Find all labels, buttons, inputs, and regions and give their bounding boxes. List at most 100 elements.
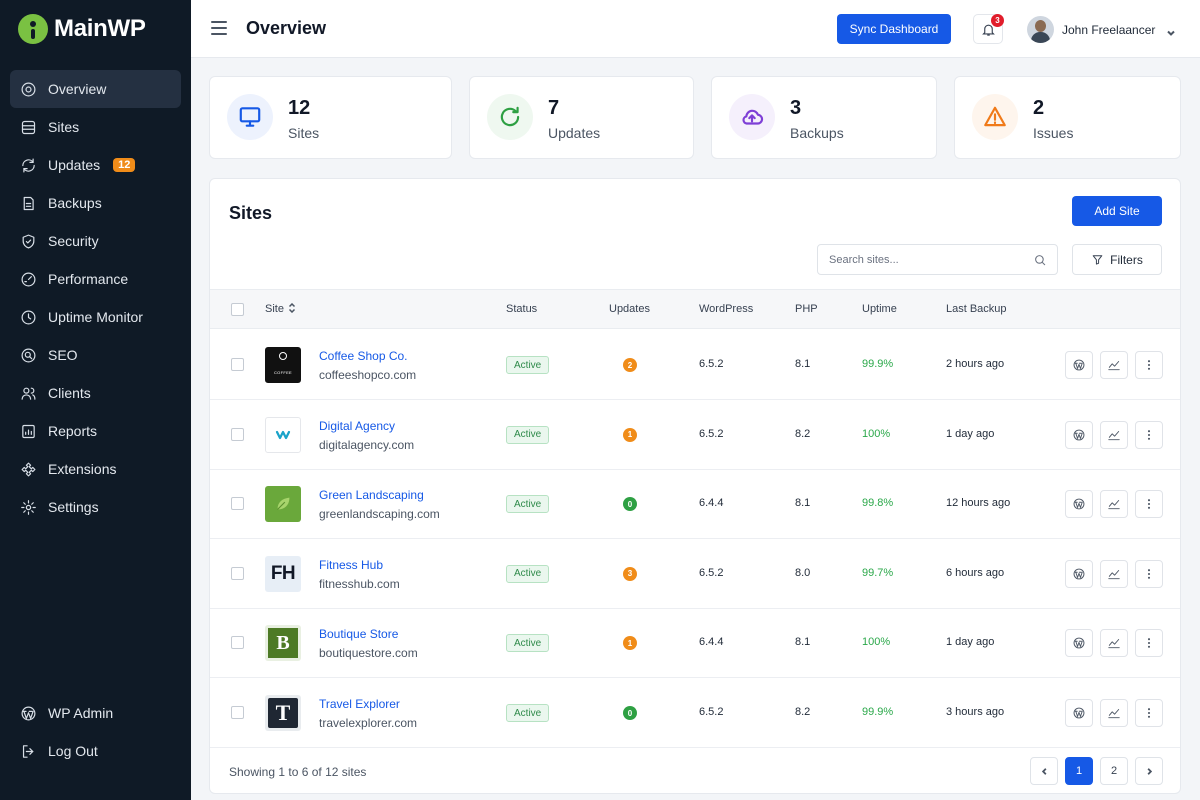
stat-value: 7 — [548, 97, 560, 119]
more-options-button[interactable] — [1135, 699, 1163, 727]
site-name-link[interactable]: Fitness Hub — [319, 558, 383, 572]
sidebar-item-performance[interactable]: Performance — [10, 260, 181, 298]
wp-admin-button[interactable] — [1065, 351, 1093, 379]
user-menu[interactable]: John Freelaancer — [1027, 16, 1176, 43]
notifications-button[interactable]: 3 — [973, 14, 1004, 44]
column-uptime: Uptime — [862, 303, 897, 315]
more-options-button[interactable] — [1135, 351, 1163, 379]
hamburger-menu-icon[interactable] — [211, 21, 227, 35]
sidebar-item-wp-admin[interactable]: WP Admin — [10, 694, 181, 732]
sidebar-item-overview[interactable]: Overview — [10, 70, 181, 108]
column-site-label: Site — [265, 303, 284, 315]
sidebar-item-label: Performance — [48, 271, 129, 287]
wp-admin-button[interactable] — [1065, 420, 1093, 449]
wp-admin-button[interactable] — [1065, 629, 1093, 658]
column-status: Status — [506, 303, 538, 315]
site-name-link[interactable]: Digital Agency — [319, 419, 395, 433]
wp-admin-button[interactable] — [1065, 699, 1093, 727]
prev-page-button[interactable] — [1030, 757, 1058, 785]
stat-card-backups[interactable]: 3 Backups — [711, 76, 937, 159]
more-options-button[interactable] — [1135, 629, 1163, 658]
updates-count-badge[interactable]: 1 — [623, 427, 637, 442]
row-checkbox[interactable] — [231, 566, 244, 580]
add-site-button[interactable]: Add Site — [1072, 196, 1162, 226]
sidebar-item-label: Reports — [48, 423, 98, 439]
site-name-link[interactable]: Coffee Shop Co. — [319, 349, 408, 363]
site-domain: fitnesshub.com — [319, 576, 400, 591]
stats-button[interactable] — [1100, 351, 1128, 379]
sidebar-item-seo[interactable]: SEO — [10, 336, 181, 374]
filters-button[interactable]: Filters — [1072, 244, 1162, 275]
stat-card-issues[interactable]: 2 Issues — [954, 76, 1181, 159]
site-name-link[interactable]: Boutique Store — [319, 627, 398, 641]
updates-count-badge[interactable]: 2 — [623, 358, 637, 372]
sidebar-item-sites[interactable]: Sites — [10, 108, 181, 146]
status-badge: Active — [506, 704, 550, 722]
search-input[interactable] — [818, 245, 1018, 274]
chart-line-icon — [1107, 636, 1121, 650]
select-all-checkbox[interactable] — [231, 303, 244, 316]
stat-card-sites[interactable]: 12 Sites — [209, 76, 452, 159]
page-2-button[interactable]: 2 — [1100, 757, 1128, 785]
sidebar-item-security[interactable]: Security — [10, 222, 181, 260]
updates-count-badge[interactable]: 1 — [623, 636, 637, 651]
site-domain: digitalagency.com — [319, 437, 415, 452]
chart-line-icon — [1107, 497, 1121, 511]
sidebar-item-log-out[interactable]: Log Out — [10, 732, 181, 770]
updates-count-badge[interactable]: 3 — [623, 566, 637, 581]
more-vertical-icon — [1142, 428, 1156, 442]
row-checkbox[interactable] — [231, 427, 244, 441]
row-checkbox[interactable] — [231, 497, 244, 511]
avatar — [1027, 16, 1054, 43]
more-vertical-icon — [1142, 567, 1156, 581]
stats-button[interactable] — [1100, 420, 1128, 449]
sidebar-item-updates[interactable]: Updates 12 — [10, 146, 181, 184]
seo-icon — [20, 347, 37, 364]
stats-button[interactable] — [1100, 490, 1128, 519]
sidebar-item-clients[interactable]: Clients — [10, 374, 181, 412]
search-icon[interactable] — [1033, 253, 1047, 267]
more-options-button[interactable] — [1135, 420, 1163, 449]
more-vertical-icon — [1142, 706, 1156, 720]
wp-admin-button[interactable] — [1065, 559, 1093, 588]
column-site[interactable]: Site — [265, 302, 296, 315]
sidebar-item-reports[interactable]: Reports — [10, 412, 181, 450]
monitor-icon — [227, 94, 273, 140]
wordpress-version: 6.5.2 — [699, 358, 724, 370]
sidebar-bottom-nav: WP Admin Log Out — [10, 694, 181, 770]
row-checkbox[interactable] — [231, 636, 244, 650]
row-checkbox[interactable] — [231, 706, 244, 719]
brand[interactable]: MainWP — [18, 14, 146, 44]
table-row: FH Fitness Hub fitnesshub.com Active 3 6.5.2 8… — [210, 539, 1180, 609]
sidebar-item-settings[interactable]: Settings — [10, 488, 181, 526]
stat-card-updates[interactable]: 7 Updates — [469, 76, 694, 159]
users-icon — [20, 385, 37, 402]
sidebar-item-uptime-monitor[interactable]: Uptime Monitor — [10, 298, 181, 336]
table-row: B Boutique Store boutiquestore.com Active 1 6… — [210, 608, 1180, 679]
stats-button[interactable] — [1100, 699, 1128, 727]
gauge-icon — [20, 271, 37, 288]
site-name-link[interactable]: Travel Explorer — [319, 697, 400, 711]
more-vertical-icon — [1142, 636, 1156, 650]
stats-button[interactable] — [1100, 629, 1128, 658]
stats-button[interactable] — [1100, 559, 1128, 588]
notification-count-badge: 3 — [991, 14, 1004, 27]
updates-count-badge[interactable]: 0 — [623, 706, 637, 720]
wp-admin-button[interactable] — [1065, 490, 1093, 519]
updates-count-badge[interactable]: 0 — [623, 497, 637, 512]
more-options-button[interactable] — [1135, 490, 1163, 519]
warning-icon — [972, 94, 1018, 140]
sync-dashboard-button[interactable]: Sync Dashboard — [837, 14, 951, 44]
status-badge: Active — [506, 634, 550, 653]
row-checkbox[interactable] — [231, 358, 244, 371]
gear-icon — [20, 499, 37, 516]
more-options-button[interactable] — [1135, 559, 1163, 588]
php-version: 8.2 — [795, 706, 811, 718]
page-1-button[interactable]: 1 — [1065, 757, 1093, 785]
next-page-button[interactable] — [1135, 757, 1163, 785]
last-backup: 6 hours ago — [946, 566, 1005, 579]
sidebar-item-extensions[interactable]: Extensions — [10, 450, 181, 488]
sidebar-item-backups[interactable]: Backups — [10, 184, 181, 222]
sidebar-item-label: Updates — [48, 157, 101, 173]
site-name-link[interactable]: Green Landscaping — [319, 488, 424, 502]
